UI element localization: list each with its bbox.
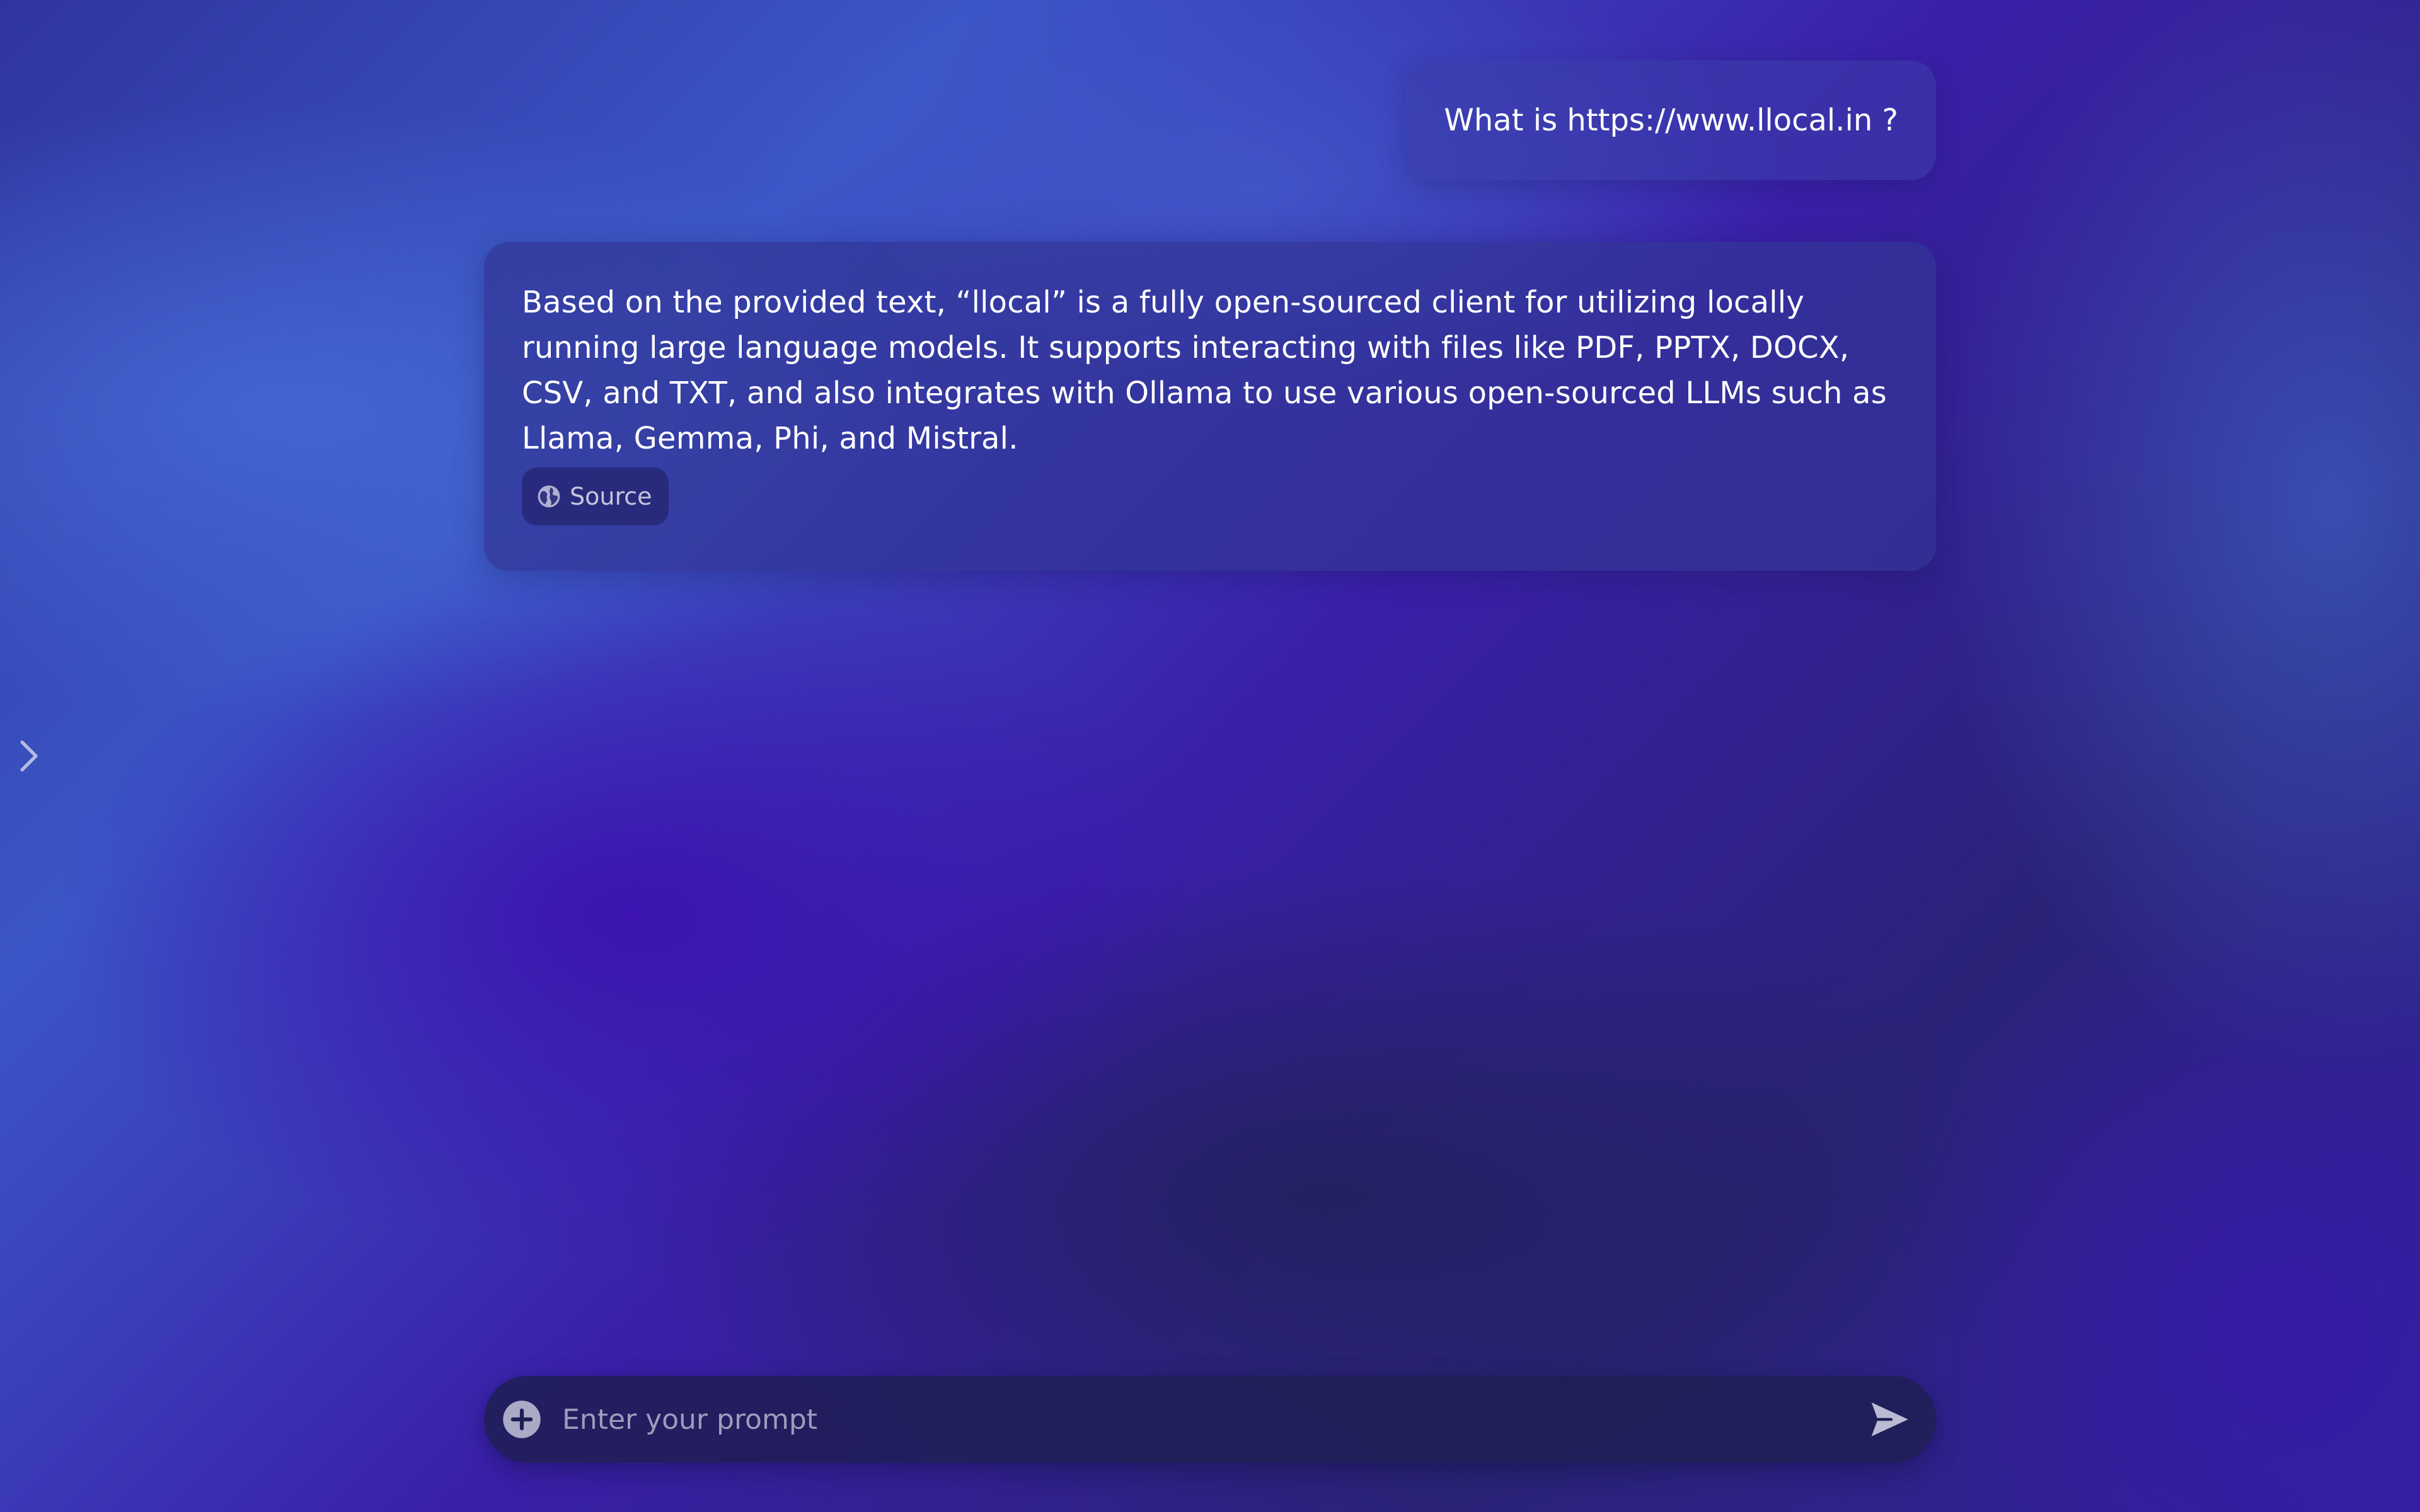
attach-button[interactable] — [502, 1399, 542, 1440]
send-icon — [1868, 1398, 1911, 1441]
source-button[interactable]: Source — [522, 467, 669, 525]
prompt-bar — [484, 1376, 1936, 1463]
assistant-message-bubble: Based on the provided text, “llocal” is … — [484, 242, 1936, 571]
chevron-right-icon — [20, 740, 38, 772]
prompt-input[interactable] — [561, 1394, 1864, 1445]
assistant-message-text: Based on the provided text, “llocal” is … — [522, 285, 1887, 456]
user-message-text: What is https://www.llocal.in ? — [1444, 103, 1898, 138]
sidebar-toggle-button[interactable] — [15, 736, 43, 776]
plus-circle-icon — [502, 1400, 541, 1439]
user-message-bubble: What is https://www.llocal.in ? — [1406, 60, 1936, 180]
source-label: Source — [570, 483, 652, 510]
chat-area: What is https://www.llocal.in ? Based on… — [484, 0, 1936, 1512]
globe-icon — [537, 484, 561, 508]
send-button[interactable] — [1864, 1394, 1915, 1445]
